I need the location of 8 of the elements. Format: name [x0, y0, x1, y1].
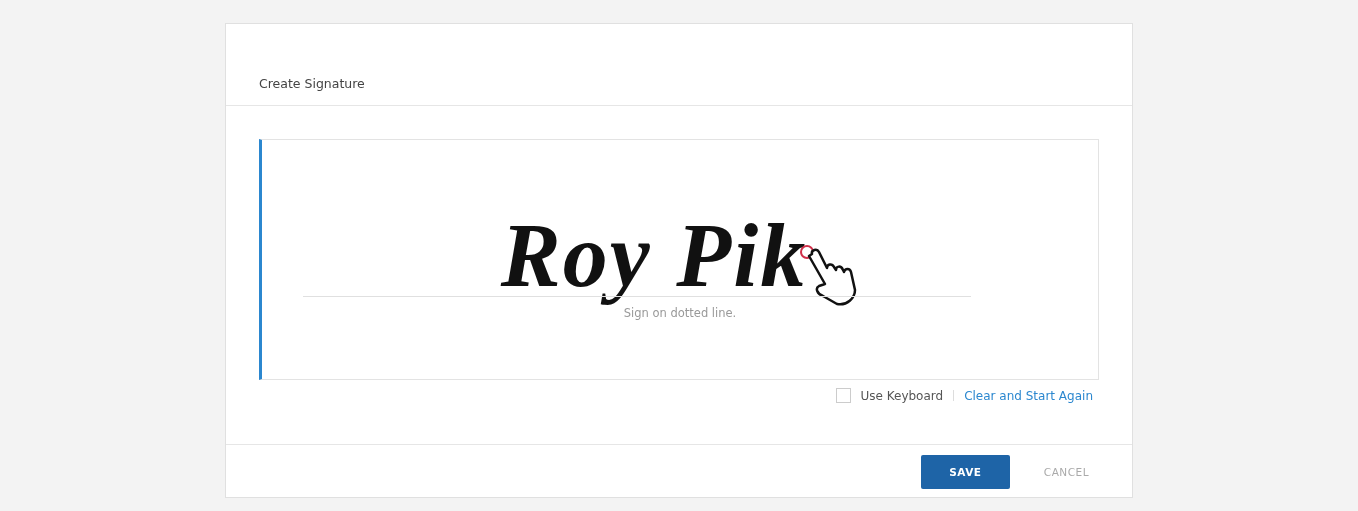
- use-keyboard-checkbox[interactable]: [835, 388, 851, 403]
- checkbox-label: Use Keyboard: [860, 388, 944, 403]
- save-button[interactable]: SAVE: [920, 455, 1010, 489]
- signature: Roy Pik: [500, 206, 808, 306]
- clear-link[interactable]: Clear and Start Again: [964, 388, 1093, 403]
- signature-hint: Sign on dotted line.: [623, 306, 737, 320]
- signature-pad[interactable]: Roy Pik Sign on dotted line.: [259, 139, 1099, 380]
- dialog-title: Create Signature: [259, 76, 365, 91]
